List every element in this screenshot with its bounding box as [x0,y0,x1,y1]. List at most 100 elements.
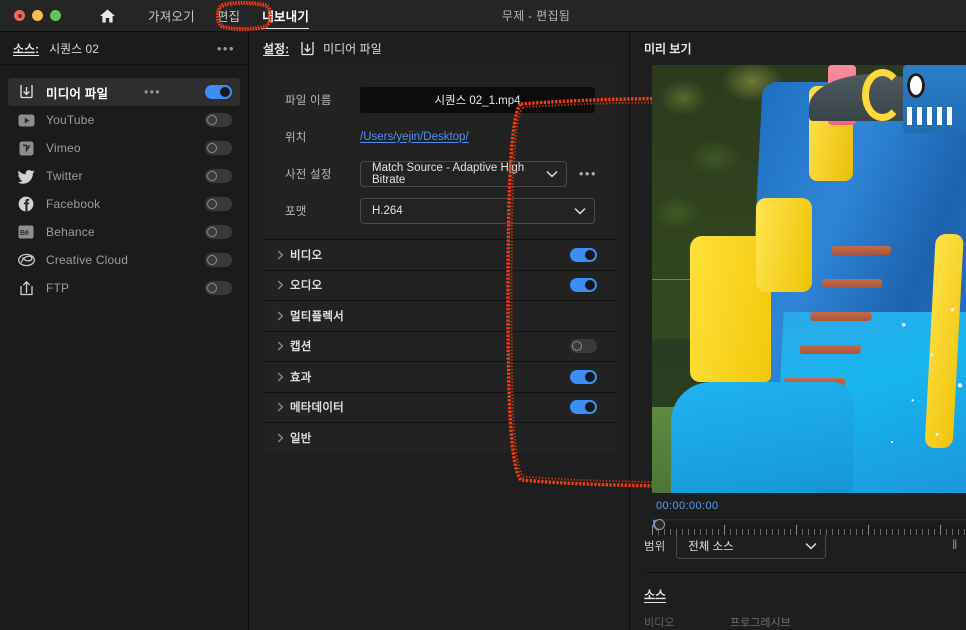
behance-icon: Bē [14,223,38,241]
tab-export[interactable]: 내보내기 [251,2,320,29]
nav-tabs: 가져오기 편집 내보내기 [137,2,320,29]
ftp-upload-icon [14,279,38,297]
chevron-right-icon [277,433,290,443]
ruler-major-ticks [652,522,966,535]
preview-video-frame[interactable] [652,65,966,493]
youtube-toggle[interactable] [205,113,232,127]
sidebar-item-label: FTP [46,281,70,295]
settings-sections: 비디오 오디오 멀티플렉서 캡션 효과 메타데이터 일반 [263,239,615,453]
sidebar-sequence: 시퀀스 02 [49,41,99,56]
chevron-right-icon [277,311,290,321]
sidebar-item-media-file[interactable]: 미디어 파일 ••• [8,78,240,106]
twitter-toggle[interactable] [205,169,232,183]
sidebar-item-twitter[interactable]: Twitter [8,162,240,190]
section-video[interactable]: 비디오 [263,239,615,270]
creative-cloud-toggle[interactable] [205,253,232,267]
metadata-toggle[interactable] [570,400,597,415]
range-dropdown[interactable]: 전체 소스 [676,532,827,559]
timecode-row: 00:00:00:00 [652,493,966,518]
chevron-right-icon [277,402,290,412]
settings-target-label: 미디어 파일 [323,42,382,56]
section-label: 일반 [290,432,312,445]
chevron-down-icon [574,207,586,215]
current-timecode: 00:00:00:00 [656,500,719,512]
panel-resize-handle[interactable]: ‖ [952,537,958,554]
settings-header: 설정: 미디어 파일 [249,32,629,65]
sidebar-item-behance[interactable]: Bē Behance [8,218,240,246]
sidebar-item-ftp[interactable]: FTP [8,274,240,302]
tab-edit[interactable]: 편집 [206,2,251,29]
source-info-value: 프로그레시브 [730,617,791,629]
settings-panel: 설정: 미디어 파일 파일 이름 시퀀스 02_1.mp4 위치 /Users/… [249,32,872,630]
youtube-icon [14,111,38,129]
section-label: 오디오 [290,280,323,293]
home-icon[interactable] [97,6,117,26]
vimeo-toggle[interactable] [205,141,232,155]
maximize-window-button[interactable] [50,10,61,21]
section-general[interactable]: 일반 [263,422,615,453]
section-multiplexer[interactable]: 멀티플렉서 [263,300,615,331]
sidebar-item-youtube[interactable]: YouTube [8,106,240,134]
section-metadata[interactable]: 메타데이터 [263,391,615,422]
scene-yellow-step [755,197,813,292]
preview-header: 미리 보기 [630,32,966,65]
sidebar-item-label: Facebook [46,197,101,211]
creative-cloud-icon [14,251,38,269]
sidebar-item-label: Vimeo [46,141,81,155]
range-value: 전체 소스 [688,540,734,553]
sidebar-item-vimeo[interactable]: Vimeo [8,134,240,162]
format-dropdown[interactable]: H.264 [360,197,595,224]
range-label: 범위 [644,540,666,553]
facebook-icon [14,195,38,213]
ftp-toggle[interactable] [205,281,232,295]
more-options-icon[interactable]: ••• [217,42,235,55]
source-info-row: 비디오 프로그레시브 [644,614,966,630]
destinations-sidebar: 소스: 시퀀스 02 ••• 미디어 파일 ••• YouTube Vimeo … [0,32,249,630]
media-file-toggle[interactable] [204,85,232,99]
chevron-right-icon [277,341,290,351]
preset-more-options-icon[interactable]: ••• [579,167,597,180]
behance-toggle[interactable] [205,225,232,239]
source-section-title: 소스 [644,588,667,602]
format-label: 포맷 [285,205,307,218]
sidebar-item-creative-cloud[interactable]: Creative Cloud [8,246,240,274]
minimize-window-button[interactable] [32,10,43,21]
preset-label: 사전 설정 [285,168,332,181]
close-window-button[interactable] [14,10,25,21]
sidebar-item-facebook[interactable]: Facebook [8,190,240,218]
section-captions[interactable]: 캡션 [263,330,615,361]
location-row: 위치 /Users/yejin/Desktop/ [263,118,615,155]
section-audio[interactable]: 오디오 [263,269,615,300]
effects-toggle[interactable] [570,369,597,384]
section-effects[interactable]: 효과 [263,361,615,392]
audio-toggle[interactable] [570,278,597,293]
preset-dropdown[interactable]: Match Source - Adaptive High Bitrate [360,160,567,187]
media-file-icon [300,41,315,57]
window-title-text: 무제 - 편집됨 [501,9,571,23]
facebook-toggle[interactable] [205,197,232,211]
scene-climb-rung [800,345,861,355]
section-label: 메타데이터 [290,402,344,415]
destination-list: 미디어 파일 ••• YouTube Vimeo Twitter Faceboo… [0,65,248,302]
title-bar: 가져오기 편집 내보내기 무제 - 편집됨 [0,0,966,32]
location-link[interactable]: /Users/yejin/Desktop/ [360,131,469,143]
chevron-right-icon [277,250,290,260]
settings-label: 설정: [263,42,290,56]
scene-lower-slide [670,381,853,493]
sidebar-item-label: Behance [46,225,95,239]
filename-input[interactable]: 시퀀스 02_1.mp4 [360,86,595,113]
video-toggle[interactable] [570,247,597,262]
media-file-more-options-icon[interactable]: ••• [144,86,161,98]
chevron-down-icon [805,542,817,550]
scrub-handle[interactable] [654,518,665,530]
captions-toggle[interactable] [570,339,597,354]
chevron-right-icon [277,280,290,290]
scene-climb-rung [811,312,872,322]
main-body: 소스: 시퀀스 02 ••• 미디어 파일 ••• YouTube Vimeo … [0,32,966,630]
twitter-icon [14,167,38,185]
preset-value: Match Source - Adaptive High Bitrate [372,161,525,186]
export-window: 가져오기 편집 내보내기 무제 - 편집됨 소스: 시퀀스 02 ••• 미디어… [0,0,966,630]
source-info-key: 비디오 [644,617,675,629]
tab-import[interactable]: 가져오기 [137,2,206,29]
source-section: 소스 비디오 프로그레시브 [644,573,966,630]
